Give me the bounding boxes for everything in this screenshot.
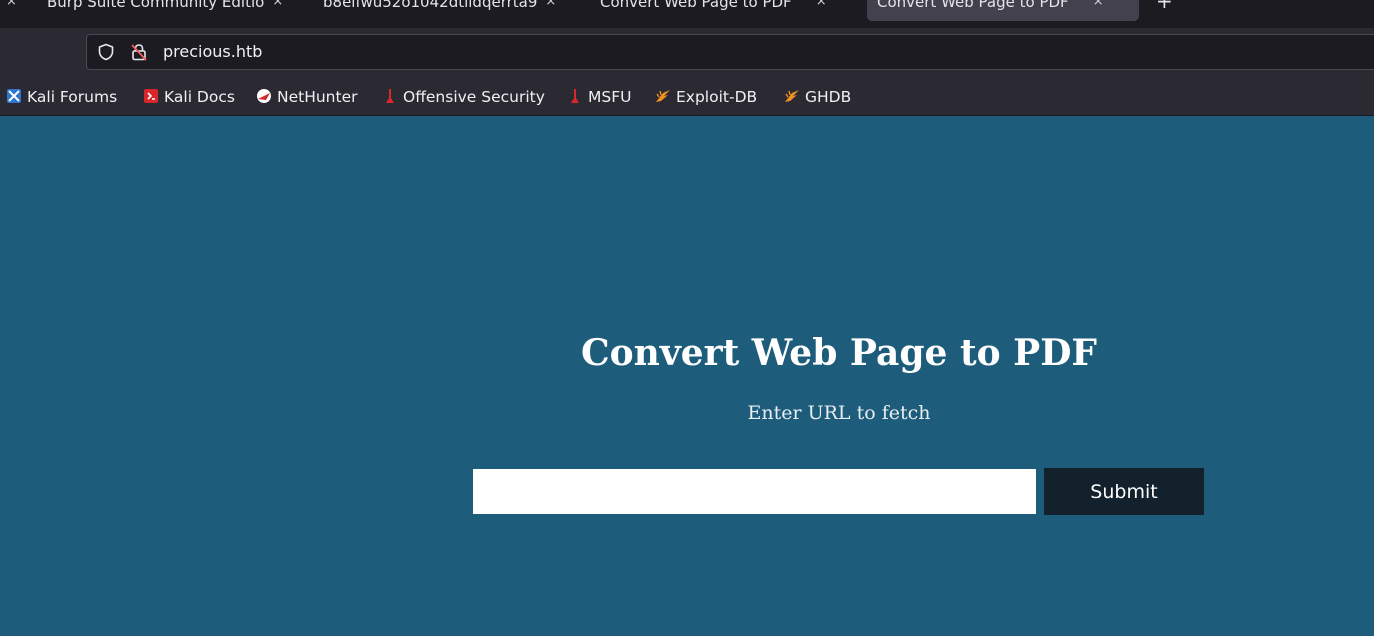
exploit-db-icon: [656, 90, 670, 102]
bookmark-label: Exploit-DB: [676, 88, 758, 106]
offsec-icon: [386, 89, 394, 103]
bookmark-exploit-db[interactable]: Exploit-DB: [655, 87, 757, 107]
page-subtitle: Enter URL to fetch: [747, 402, 931, 424]
tab-burp-suite[interactable]: Burp Suite Community Editio ×: [47, 0, 283, 21]
bookmark-label: GHDB: [805, 88, 852, 106]
ghdb-icon: [785, 90, 799, 102]
address-bar[interactable]: precious.htb: [86, 34, 1374, 70]
bookmark-nethunter[interactable]: NetHunter: [256, 87, 358, 107]
tab-random-id[interactable]: b8eifwu52o1042dtildqerrta9 ×: [323, 0, 556, 21]
close-icon[interactable]: ×: [816, 0, 827, 13]
bookmark-msfu[interactable]: MSFU: [567, 87, 631, 107]
bookmark-label: Offensive Security: [403, 88, 545, 106]
tab-title: b8eifwu52o1042dtildqerrta9: [323, 0, 538, 11]
bookmark-label: Kali Forums: [27, 88, 118, 106]
close-icon[interactable]: ×: [272, 0, 283, 13]
close-icon[interactable]: ×: [545, 0, 556, 13]
tab-strip: × Burp Suite Community Editio × b8eifwu52…: [0, 0, 1374, 28]
tab-convert-pdf-active[interactable]: Convert Web Page to PDF ×: [867, 0, 1139, 21]
bookmark-ghdb[interactable]: GHDB: [784, 87, 851, 107]
tab-title: Burp Suite Community Editio: [47, 0, 265, 11]
new-tab-button[interactable]: +: [1156, 0, 1173, 12]
msfu-icon: [571, 89, 579, 103]
close-icon[interactable]: ×: [6, 0, 17, 13]
bookmark-label: MSFU: [588, 88, 632, 106]
close-icon[interactable]: ×: [1093, 0, 1104, 13]
tab-convert-pdf[interactable]: Convert Web Page to PDF ×: [600, 0, 827, 21]
nethunter-icon: [257, 89, 271, 103]
bookmark-label: NetHunter: [277, 88, 358, 106]
bookmark-kali-docs[interactable]: Kali Docs: [143, 87, 235, 107]
tab-title: Convert Web Page to PDF: [600, 0, 792, 11]
url-input[interactable]: [473, 469, 1036, 514]
url-text[interactable]: precious.htb: [163, 42, 262, 62]
page-title: Convert Web Page to PDF: [581, 332, 1097, 374]
kali-forums-icon: [7, 89, 21, 103]
bookmark-offensive-security[interactable]: Offensive Security: [382, 87, 545, 107]
page-content: Convert Web Page to PDF Enter URL to fet…: [0, 117, 1374, 636]
bookmark-label: Kali Docs: [164, 88, 235, 106]
kali-docs-icon: [144, 89, 158, 103]
shield-icon[interactable]: [97, 43, 115, 61]
submit-button[interactable]: Submit: [1044, 468, 1204, 515]
insecure-lock-icon[interactable]: [130, 43, 148, 61]
tab-title: Convert Web Page to PDF: [877, 0, 1069, 11]
navigation-toolbar: precious.htb: [0, 28, 1374, 78]
bookmark-kali-forums[interactable]: Kali Forums: [6, 87, 117, 107]
bookmarks-toolbar: Kali Forums Kali Docs NetHunter Offensiv…: [0, 78, 1374, 116]
